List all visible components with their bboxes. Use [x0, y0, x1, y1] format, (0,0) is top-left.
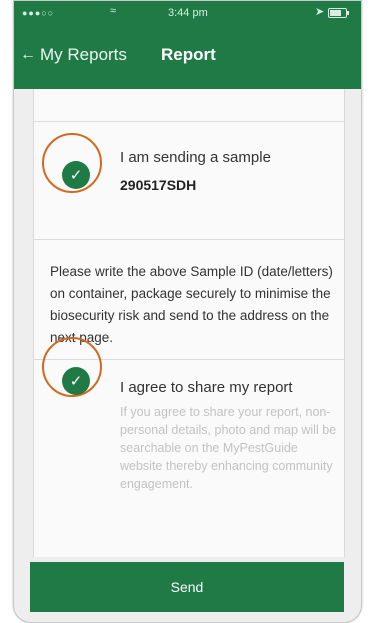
checkmark-icon: ✓	[69, 373, 83, 390]
send-button[interactable]: Send	[30, 562, 344, 612]
page-title: Report	[161, 45, 216, 64]
battery-icon	[328, 8, 349, 18]
app-header: ●●●○○ ≈ 3:44 pm ➤ ← My Reports Report	[14, 1, 361, 89]
sample-id: 290517SDH	[120, 177, 197, 193]
phone-frame: ●●●○○ ≈ 3:44 pm ➤ ← My Reports Report ✓ …	[13, 0, 362, 623]
wifi-icon: ≈	[110, 5, 117, 17]
sample-label: I am sending a sample	[120, 149, 271, 166]
back-label: My Reports	[40, 45, 127, 64]
sample-checkbox[interactable]: ✓	[62, 161, 90, 189]
back-button[interactable]: ← My Reports	[20, 45, 127, 65]
sample-instructions: Please write the above Sample ID (date/l…	[50, 264, 333, 345]
back-arrow-icon: ←	[20, 46, 36, 63]
status-time: 3:44 pm	[168, 7, 208, 19]
share-label: I agree to share my report	[120, 379, 293, 396]
nav-bar: ← My Reports Report	[14, 45, 361, 83]
report-form: ✓ I am sending a sample 290517SDH Please…	[33, 89, 345, 557]
share-checkbox[interactable]: ✓	[62, 367, 90, 395]
share-description: If you agree to share your report, non-p…	[120, 405, 337, 491]
signal-strength: ●●●○○	[22, 8, 55, 18]
status-bar: ●●●○○ ≈ 3:44 pm ➤	[14, 1, 361, 25]
checkmark-icon: ✓	[69, 167, 83, 184]
previous-section-edge	[34, 89, 344, 122]
location-arrow-icon: ➤	[315, 6, 325, 18]
